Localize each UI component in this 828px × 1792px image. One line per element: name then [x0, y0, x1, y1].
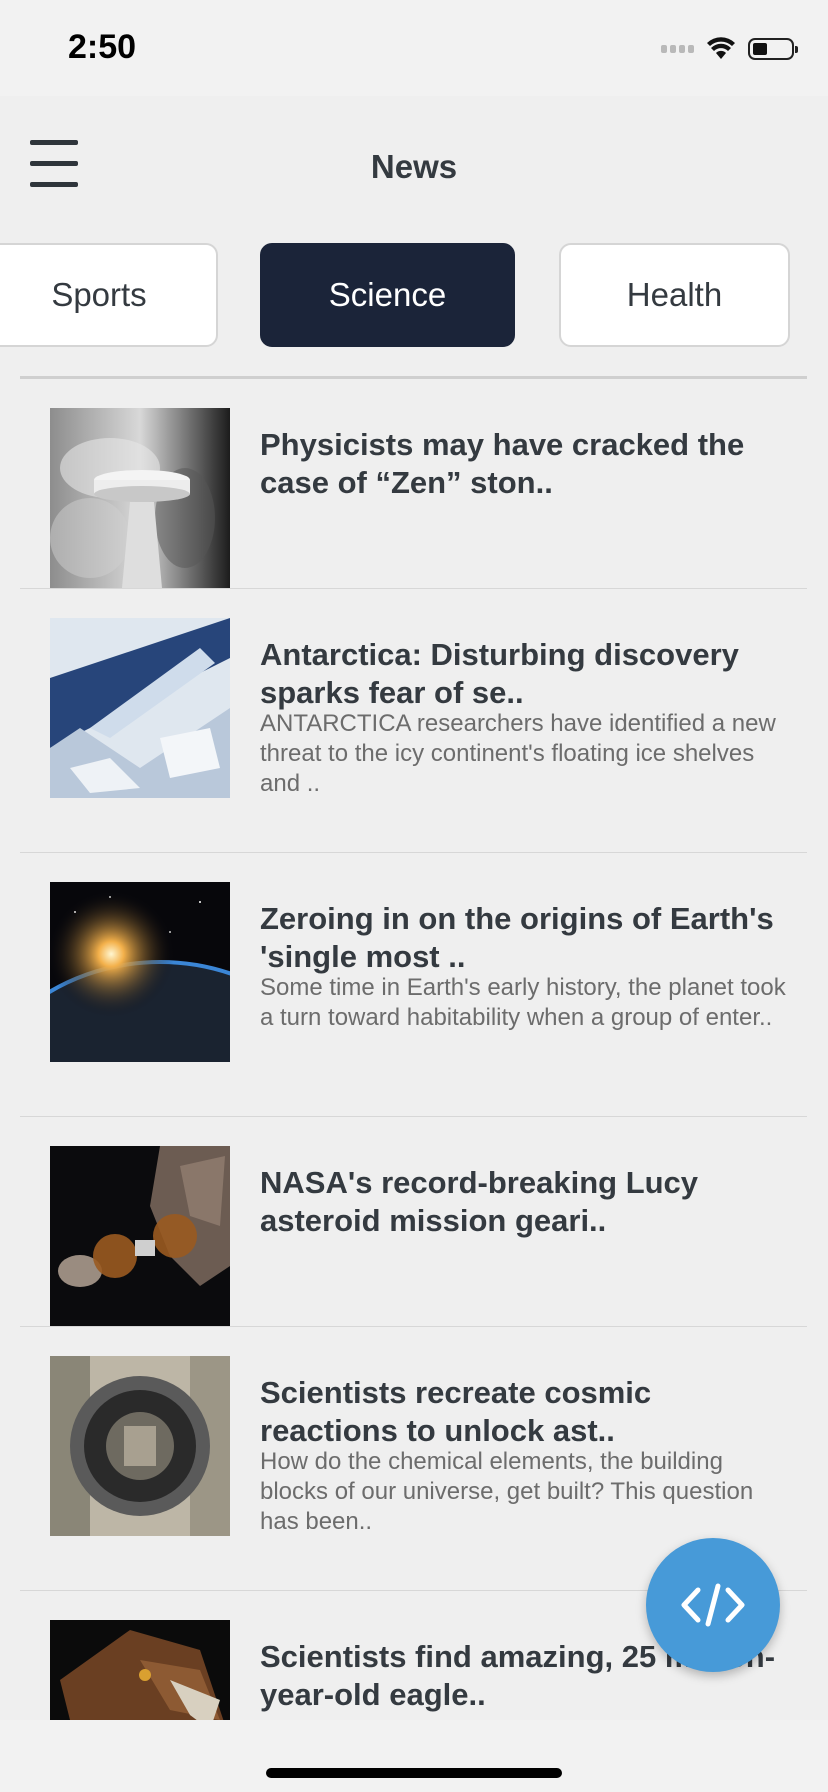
- home-indicator[interactable]: [266, 1768, 562, 1778]
- article-title: Zeroing in on the origins of Earth's 'si…: [260, 901, 774, 974]
- list-item[interactable]: Zeroing in on the origins of Earth's 'si…: [20, 853, 807, 1117]
- article-description: ANTARCTICA researchers have identified a…: [260, 710, 776, 797]
- list-item[interactable]: Physicists may have cracked the case of …: [20, 379, 807, 589]
- list-item[interactable]: Antarctica: Disturbing discovery sparks …: [20, 589, 807, 853]
- app-header: News: [0, 96, 828, 236]
- status-time: 2:50: [68, 28, 137, 66]
- article-title: NASA's record-breaking Lucy asteroid mis…: [260, 1165, 699, 1238]
- article-thumbnail: [50, 1620, 230, 1721]
- article-title: Scientists recreate cosmic reactions to …: [260, 1375, 652, 1448]
- article-thumbnail: [50, 1356, 230, 1536]
- article-title: Physicists may have cracked the case of …: [260, 427, 745, 500]
- article-thumbnail: [50, 882, 230, 1062]
- article-description: Some time in Earth's early history, the …: [260, 974, 786, 1031]
- cellular-signal-icon: [661, 45, 694, 53]
- code-fab-button[interactable]: [646, 1538, 780, 1672]
- category-tabs: Sports Science Health: [0, 243, 828, 347]
- article-list: Physicists may have cracked the case of …: [20, 379, 807, 1721]
- article-thumbnail: [50, 1146, 230, 1326]
- tab-sports[interactable]: Sports: [0, 243, 218, 347]
- tab-health[interactable]: Health: [559, 243, 790, 347]
- page-title: News: [370, 148, 458, 185]
- hamburger-icon: [30, 140, 78, 145]
- article-description: How do the chemical elements, the buildi…: [260, 1448, 754, 1535]
- wifi-icon: [707, 37, 735, 59]
- article-thumbnail: [50, 618, 230, 798]
- tab-science[interactable]: Science: [260, 243, 515, 347]
- battery-icon: [748, 38, 798, 60]
- status-icons: [661, 36, 798, 62]
- code-icon: [681, 1583, 745, 1627]
- article-thumbnail: [50, 408, 230, 588]
- article-title: Antarctica: Disturbing discovery sparks …: [260, 637, 739, 710]
- status-bar: 2:50: [0, 0, 828, 96]
- list-item[interactable]: NASA's record-breaking Lucy asteroid mis…: [20, 1117, 807, 1327]
- bottom-safe-area: [0, 1720, 828, 1792]
